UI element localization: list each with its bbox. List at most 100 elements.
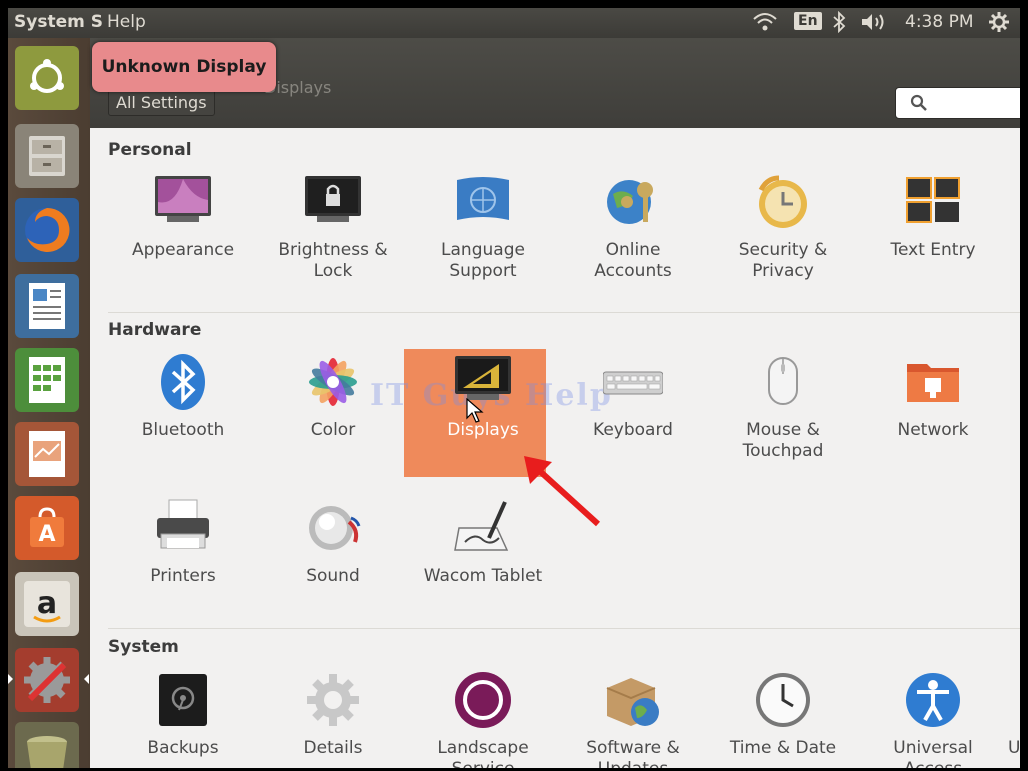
screen: System S Help En 4:38 PM A a Displays Al… — [8, 8, 1020, 768]
keyboard-layout-indicator[interactable]: En — [794, 12, 822, 30]
settings-item-color[interactable]: Color — [258, 352, 408, 441]
firefox-icon[interactable] — [15, 198, 79, 262]
settings-item-label: Security & Privacy — [738, 240, 828, 281]
section-hardware-title: Hardware — [108, 320, 202, 340]
menu-help[interactable]: Help — [107, 12, 146, 32]
section-personal-title: Personal — [108, 140, 192, 160]
settings-item-label: Landscape Service — [437, 738, 529, 768]
settings-item-language-support[interactable]: Language Support — [408, 172, 558, 282]
time-date-icon — [756, 673, 810, 727]
settings-item-bluetooth[interactable]: Bluetooth — [108, 352, 258, 441]
settings-item-label: Bluetooth — [141, 420, 225, 440]
settings-item-label: Network — [897, 420, 969, 440]
software-center-icon[interactable]: A — [15, 496, 79, 560]
settings-item-sound[interactable]: Sound — [258, 498, 408, 587]
bluetooth-icon — [161, 354, 205, 410]
settings-item-label: Universal Access — [893, 738, 973, 768]
settings-item-backups[interactable]: Backups — [108, 670, 258, 759]
backups-icon — [159, 674, 207, 726]
search-icon — [910, 94, 927, 111]
settings-item-time-date[interactable]: Time & Date — [708, 670, 858, 759]
trash-icon[interactable] — [15, 722, 79, 768]
user-accounts-icon — [1017, 670, 1020, 730]
settings-item-label: Details — [303, 738, 363, 758]
network-icon — [907, 364, 959, 402]
settings-item-label: Time & Date — [729, 738, 837, 758]
settings-item-online-accounts[interactable]: Online Accounts — [558, 172, 708, 282]
search-input[interactable] — [895, 87, 1020, 119]
settings-item-label: Text Entry — [890, 240, 976, 260]
settings-item-label: Sound — [306, 566, 360, 586]
menu-system[interactable]: System S — [14, 12, 103, 32]
svg-text:A: A — [38, 522, 55, 547]
files-icon[interactable] — [15, 124, 79, 188]
appearance-icon — [155, 176, 211, 222]
settings-item-displays[interactable]: Displays — [408, 352, 558, 441]
settings-item-label: Online Accounts — [594, 240, 672, 281]
launcher-active-indicator — [8, 674, 13, 684]
text-entry-icon — [906, 177, 960, 223]
settings-item-universal-access[interactable]: Universal Access — [858, 670, 1008, 768]
mouse-cursor-icon — [466, 398, 484, 423]
section-divider — [108, 312, 1020, 313]
software-updates-icon — [606, 678, 659, 726]
keyboard-layout-label: En — [794, 12, 822, 30]
calc-icon[interactable] — [15, 348, 79, 412]
launcher-focus-indicator — [84, 674, 89, 684]
universal-access-icon — [906, 673, 960, 727]
red-arrow-annotation-icon — [524, 456, 601, 527]
wifi-icon[interactable] — [752, 11, 778, 33]
settings-item-software-updates[interactable]: Software & Updates — [558, 670, 708, 768]
settings-item-user-accounts[interactable]: U — [1008, 670, 1020, 759]
unknown-display-tooltip: Unknown Display — [92, 42, 276, 92]
settings-item-keyboard[interactable]: Keyboard — [558, 352, 708, 441]
details-icon — [307, 674, 359, 726]
sound-icon — [309, 506, 361, 550]
settings-item-label: Mouse & Touchpad — [742, 420, 824, 461]
menu-bar: System S Help — [14, 12, 150, 32]
settings-item-label: U — [1008, 738, 1020, 758]
color-icon — [309, 358, 357, 406]
bluetooth-panel-icon[interactable] — [832, 11, 846, 33]
settings-item-security-privacy[interactable]: Security & Privacy — [708, 172, 858, 282]
security-privacy-icon — [758, 175, 807, 228]
settings-item-label: Printers — [150, 566, 216, 586]
settings-item-label: Language Support — [441, 240, 525, 281]
all-settings-button[interactable]: All Settings — [108, 90, 215, 116]
settings-item-label: Keyboard — [593, 420, 673, 440]
volume-icon[interactable] — [860, 11, 888, 33]
settings-item-appearance[interactable]: Appearance — [108, 172, 258, 261]
section-system-title: System — [108, 637, 179, 657]
clock[interactable]: 4:38 PM — [905, 12, 974, 32]
settings-item-details[interactable]: Details — [258, 670, 408, 759]
settings-item-brightness-lock[interactable]: Brightness & Lock — [258, 172, 408, 282]
session-gear-icon[interactable] — [988, 11, 1010, 33]
settings-content: Personal Appearance Brightness & Lock La… — [90, 128, 1020, 768]
settings-item-printers[interactable]: Printers — [108, 498, 258, 587]
settings-item-mouse-touchpad[interactable]: Mouse & Touchpad — [708, 352, 858, 462]
printers-icon — [157, 499, 209, 549]
brightness-lock-icon — [305, 176, 361, 222]
mouse-touchpad-icon — [768, 357, 798, 405]
online-accounts-icon — [607, 180, 653, 224]
svg-text:a: a — [37, 586, 57, 621]
settings-item-text-entry[interactable]: Text Entry — [858, 172, 1008, 261]
amazon-icon[interactable]: a — [15, 572, 79, 636]
settings-item-label: Appearance — [131, 240, 235, 260]
top-panel: System S Help En 4:38 PM — [8, 8, 1020, 38]
writer-icon[interactable] — [15, 274, 79, 338]
system-settings-icon[interactable] — [15, 648, 79, 712]
impress-icon[interactable] — [15, 422, 79, 486]
settings-item-label: Brightness & Lock — [278, 240, 388, 281]
language-support-icon — [457, 177, 509, 220]
wacom-tablet-icon — [454, 501, 509, 551]
launcher: A a — [8, 38, 90, 768]
settings-item-label: Backups — [147, 738, 219, 758]
section-divider — [108, 628, 1020, 629]
settings-item-landscape-service[interactable]: Landscape Service — [408, 670, 558, 768]
keyboard-icon — [603, 371, 663, 395]
landscape-service-icon — [455, 672, 511, 728]
settings-item-label: Software & Updates — [586, 738, 680, 768]
dash-home-icon[interactable] — [15, 46, 79, 110]
settings-item-network[interactable]: Network — [858, 352, 1008, 441]
